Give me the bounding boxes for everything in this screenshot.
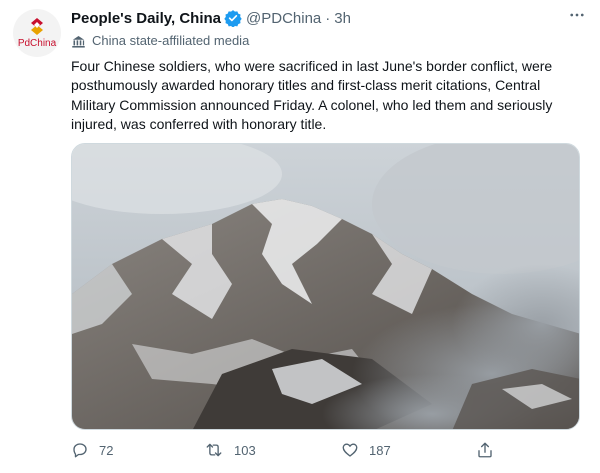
mountain-photo <box>72 144 579 429</box>
more-icon[interactable] <box>568 6 586 29</box>
tweet-actions: 72 103 187 <box>71 438 501 462</box>
tweet-text: Four Chinese soldiers, who were sacrific… <box>71 58 553 132</box>
retweet-icon <box>206 443 222 457</box>
reply-button[interactable]: 72 <box>71 438 113 462</box>
avatar-brand-text: PdChina <box>17 38 57 49</box>
account-handle[interactable]: @PDChina <box>246 10 321 27</box>
building-icon <box>72 35 85 48</box>
reply-icon <box>73 443 87 458</box>
state-media-label[interactable]: China state-affiliated media <box>71 33 249 48</box>
reply-count: 72 <box>99 442 114 458</box>
verified-badge-icon <box>224 9 242 27</box>
state-media-label-text: China state-affiliated media <box>92 33 250 48</box>
share-icon <box>478 442 492 458</box>
tweet-header: People's Daily, China @PDChina · 3h <box>71 8 584 28</box>
like-button[interactable]: 187 <box>341 438 391 462</box>
share-button[interactable] <box>476 438 504 462</box>
pdchina-logo-icon <box>31 18 43 35</box>
retweet-count: 103 <box>234 442 256 458</box>
avatar[interactable]: PdChina <box>13 9 61 57</box>
tweet-timestamp[interactable]: 3h <box>334 10 351 27</box>
separator-dot: · <box>325 9 331 27</box>
like-icon <box>342 443 358 457</box>
retweet-button[interactable]: 103 <box>204 438 256 462</box>
like-count: 187 <box>369 442 391 458</box>
account-name[interactable]: People's Daily, China <box>71 10 221 27</box>
tweet-photo[interactable] <box>71 143 580 430</box>
